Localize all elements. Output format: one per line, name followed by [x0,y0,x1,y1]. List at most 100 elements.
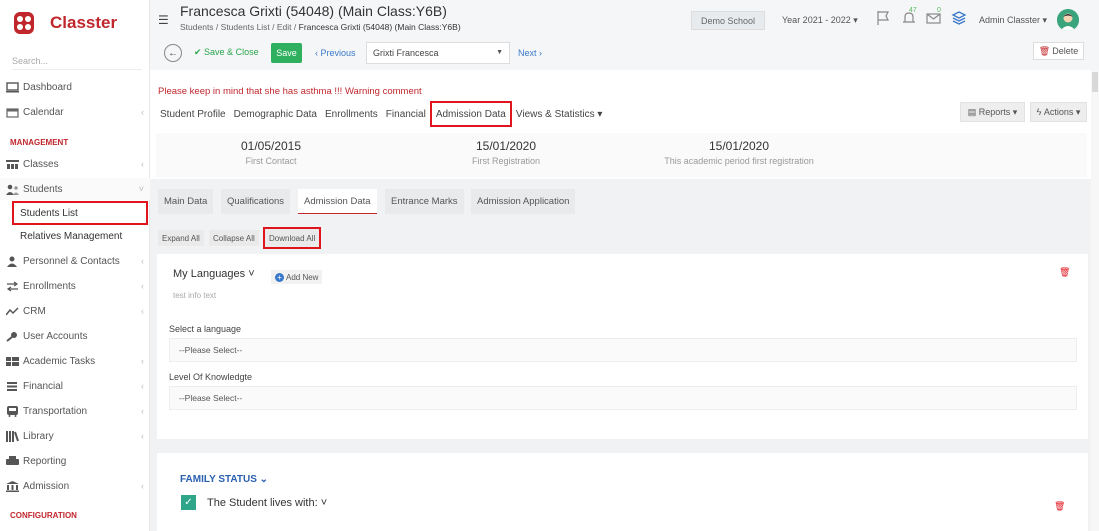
save-close-button[interactable]: ✔ Save & Close [194,47,259,58]
lives-with-checkbox[interactable]: ✓ [181,495,196,510]
trash-icon[interactable]: 🗑 [1059,267,1070,278]
knowledge-select[interactable]: --Please Select-- [169,386,1077,410]
user-name: Admin Classter [979,15,1041,25]
save-close-label: Save & Close [204,47,259,57]
date-value: 15/01/2020 [708,139,770,153]
mail-icon[interactable] [926,10,944,28]
subtab-admission-application[interactable]: Admission Application [471,189,576,214]
delete-label: Delete [1052,46,1079,56]
sidebar-item-crm[interactable]: CRM ‹ [0,300,150,322]
date-academic-period: 15/01/2020 This academic period first re… [644,139,834,166]
sidebar-subitem-label: Relatives Management [20,230,123,242]
sidebar-item-classes[interactable]: Classes ‹ [0,153,150,175]
tab-admission-data[interactable]: Admission Data [429,101,512,127]
languages-card-title[interactable]: My Languages ˅ [173,268,255,280]
sidebar-item-user-accounts[interactable]: User Accounts [0,325,150,347]
sidebar-item-label: User Accounts [23,330,88,342]
sidebar-item-transportation[interactable]: Transportation ‹ [0,400,150,422]
sidebar-item-label: Classes [23,158,59,170]
top-header: ☰ Francesca Grixti (54048) (Main Class:Y… [150,0,1099,38]
section-management: MANAGEMENT [10,138,69,147]
subtab-entrance-marks[interactable]: Entrance Marks [385,189,464,214]
language-select[interactable]: --Please Select-- [169,338,1077,362]
sidebar-item-library[interactable]: Library ‹ [0,425,150,447]
avatar[interactable] [1057,9,1079,31]
monitor-icon [6,81,19,93]
classter-logo-icon [12,10,36,36]
tab-enrollments[interactable]: Enrollments [321,101,382,127]
reporting-icon [6,455,19,467]
main-content: Please keep in mind that she has asthma … [150,70,1099,531]
language-field-label: Select a language [169,324,242,334]
school-selector[interactable]: Demo School [691,11,765,30]
back-button[interactable]: ← [164,44,182,62]
lives-with-text: The Student lives with: [207,497,318,509]
add-new-label: Add New [286,272,319,282]
breadcrumb-students-list[interactable]: Students List [221,22,270,32]
sidebar-subitem-students-list[interactable]: Students List [12,201,148,225]
sidebar-item-enrollments[interactable]: Enrollments ‹ [0,275,150,297]
subtab-qualifications[interactable]: Qualifications [221,189,291,214]
user-menu[interactable]: Admin Classter ▾ [979,15,1047,26]
languages-title-label: My Languages [173,268,246,280]
chevron-down-icon: ⌄ [259,474,269,485]
sidebar-item-admission[interactable]: Admission ‹ [0,475,150,497]
chevron-left-icon: ‹ [141,107,144,117]
page-title: Francesca Grixti (54048) (Main Class:Y6B… [180,3,447,19]
breadcrumb-edit[interactable]: Edit [277,22,292,32]
expand-all-button[interactable]: Expand All [158,230,204,246]
sidebar-search[interactable]: Search... [12,50,142,70]
personnel-icon [6,256,19,267]
key-icon [6,331,19,342]
previous-label: Previous [320,48,356,58]
breadcrumb-students[interactable]: Students [180,22,214,32]
add-new-button[interactable]: + Add New [271,270,323,284]
record-toolbar: ← ✔ Save & Close Save ‹ Previous Grixti … [150,38,1099,70]
actions-dropdown[interactable]: ϟ Actions ▾ [1030,102,1087,122]
tab-student-profile[interactable]: Student Profile [156,101,230,127]
date-label: This academic period first registration [664,156,814,166]
sidebar-subitem-relatives[interactable]: Relatives Management [14,226,122,246]
sidebar-item-reporting[interactable]: Reporting [0,450,150,472]
sidebar-item-academic-tasks[interactable]: Academic Tasks ‹ [0,350,150,372]
tab-demographic-data[interactable]: Demographic Data [230,101,321,127]
student-select-value: Grixti Francesca [373,48,439,58]
trash-icon[interactable]: 🗑 [1054,501,1065,512]
date-value: 15/01/2020 [475,139,537,153]
sidebar-item-personnel[interactable]: Personnel & Contacts ‹ [0,250,150,272]
bolt-icon: ϟ [1036,107,1042,117]
previous-button[interactable]: ‹ Previous [315,48,356,58]
sidebar-item-calendar[interactable]: Calendar ‹ [0,101,150,123]
save-button[interactable]: Save [271,43,302,63]
tab-views-statistics[interactable]: Views & Statistics ▾ [512,101,607,127]
next-button[interactable]: Next › [518,48,542,58]
chevron-left-icon: ‹ [141,431,144,441]
tasks-icon [6,356,19,367]
flag-icon[interactable] [875,10,893,28]
subtab-main-data[interactable]: Main Data [158,189,214,214]
sidebar-item-financial[interactable]: Financial ‹ [0,375,150,397]
sidebar-item-dashboard[interactable]: Dashboard [0,76,150,98]
scrollbar-thumb[interactable] [1092,72,1098,92]
brand[interactable]: Classter [12,8,117,38]
hamburger-menu-icon[interactable]: ☰ [158,13,169,27]
sidebar-item-students[interactable]: Students ˅ [0,178,150,200]
year-selector[interactable]: Year 2021 - 2022 ▾ [782,15,858,26]
trash-icon: 🗑 [1038,45,1051,56]
lives-with-label[interactable]: The Student lives with: ˅ [207,497,327,509]
download-all-button[interactable]: Download All [263,227,322,249]
info-text: test info text [173,291,217,300]
student-select[interactable]: Grixti Francesca ▼ [366,42,510,64]
tab-financial[interactable]: Financial [382,101,430,127]
stack-icon[interactable] [951,10,969,28]
family-status-title[interactable]: FAMILY STATUS ⌄ [180,474,268,485]
delete-button[interactable]: 🗑 Delete [1033,42,1084,60]
subtab-admission-data[interactable]: Admission Data [298,189,377,214]
sidebar-item-label: Library [23,430,54,442]
sidebar-item-label: Admission [23,480,70,492]
collapse-all-button[interactable]: Collapse All [209,230,259,246]
reports-dropdown[interactable]: ▤ Reports ▾ [960,102,1025,122]
date-first-registration: 15/01/2020 First Registration [446,139,566,166]
report-icon: ▤ [967,106,977,117]
page-scrollbar[interactable] [1091,70,1099,531]
